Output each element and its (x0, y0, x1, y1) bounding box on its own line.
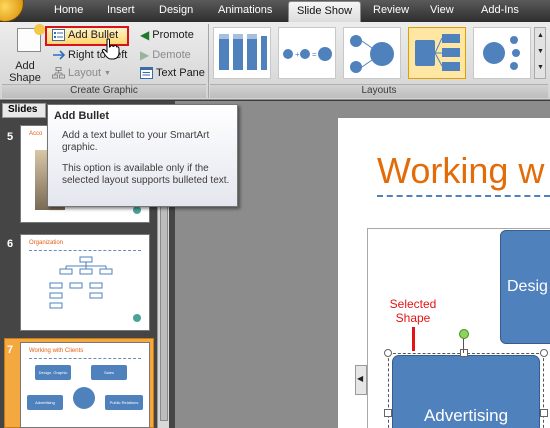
tab-design[interactable]: Design (159, 4, 193, 16)
slide-number: 6 (7, 238, 14, 250)
title-divider (377, 195, 550, 197)
tooltip-note: This option is available only if the sel… (62, 163, 230, 186)
slides-tab[interactable]: Slides (2, 103, 46, 118)
thumb-center-circle (73, 387, 95, 409)
svg-text:=: = (312, 50, 317, 59)
slide-thumbnail-selected[interactable]: Working with Clients Design, Graphic Sal… (20, 342, 150, 428)
slide-thumb-title: Working with Clients (29, 348, 84, 354)
layout-option[interactable] (213, 27, 271, 79)
thumb-shape-label: Design, Graphic (38, 370, 68, 375)
thumb-shape: Design, Graphic (35, 365, 71, 380)
right-to-left-icon (53, 50, 65, 60)
rotation-stem (463, 338, 464, 353)
shape-label: Desig (507, 278, 548, 295)
text-pane-button[interactable]: Text Pane (140, 67, 205, 79)
hand-cursor-icon (101, 38, 120, 60)
thumb-shape: Advertising (27, 395, 63, 410)
resize-handle[interactable] (460, 349, 468, 357)
office-button[interactable] (0, 0, 24, 22)
org-layout-icon (52, 67, 65, 79)
org-chart-thumb (49, 256, 113, 309)
smartart-shape[interactable]: Desig (500, 230, 550, 344)
thumb-shape: Sales (91, 365, 127, 380)
arrow-left-icon: ◀ (140, 28, 150, 42)
arrow-right-icon: ▶ (140, 48, 150, 62)
slide-number: 5 (7, 131, 14, 143)
thumb-shape-label: Advertising (35, 400, 55, 405)
slide-thumb-title: Acco (29, 131, 43, 137)
slide-thumb-divider (29, 358, 141, 359)
chevron-down-icon: ▼ (104, 69, 111, 77)
selection-box (388, 353, 544, 428)
slide-title[interactable]: Working w (377, 150, 544, 192)
chevron-left-icon: ◀ (357, 374, 364, 383)
group-separator (208, 24, 209, 98)
resize-handle[interactable] (384, 349, 392, 357)
layouts-group-label: Layouts (210, 84, 548, 98)
scroll-up-icon: ▲ (537, 32, 544, 39)
scroll-down-icon: ▼ (537, 48, 544, 55)
layout-option[interactable] (473, 27, 531, 79)
rotation-handle[interactable] (459, 329, 469, 339)
gallery-scroll[interactable]: ▲ ▼ ▼ (534, 27, 546, 79)
add-shape-button[interactable]: Add Shape (6, 24, 45, 84)
vertical-bullet-list-layout-icon (219, 34, 267, 70)
promote-button[interactable]: ◀ Promote (140, 28, 194, 42)
add-bullet-tooltip: Add Bullet Add a text bullet to your Sma… (47, 104, 238, 207)
add-shape-label: Add Shape (9, 60, 41, 84)
demote-button[interactable]: ▶ Demote (140, 48, 191, 62)
layout-option[interactable] (343, 27, 401, 79)
tab-home[interactable]: Home (54, 4, 83, 16)
slide-thumbnail[interactable]: Organization (20, 234, 150, 331)
tooltip-title: Add Bullet (54, 110, 109, 122)
radial-layout-icon (350, 35, 394, 73)
layout-option-selected[interactable] (408, 27, 466, 79)
slide-number: 7 (7, 344, 14, 356)
slide-thumb-divider (29, 250, 141, 251)
svg-text:+: + (295, 50, 300, 59)
more-icon: ▼ (537, 64, 544, 71)
hierarchy-layout-icon (415, 34, 460, 71)
bullet-list-icon (52, 29, 65, 41)
slide-thumb-logo (133, 314, 141, 322)
text-pane-icon (140, 67, 153, 79)
tab-review[interactable]: Review (373, 4, 409, 16)
ribbon: Add Shape Add Bullet Right to Left Layou… (0, 22, 550, 100)
tab-slide-show[interactable]: Slide Show (288, 1, 362, 22)
layouts-gallery: + = ▲ ▼ ▼ (213, 27, 546, 83)
resize-handle[interactable] (540, 409, 548, 417)
cycle-layout-icon (483, 36, 520, 70)
layout-label: Layout (68, 67, 102, 79)
layout-option[interactable]: + = (278, 27, 336, 79)
text-pane-toggle[interactable]: ◀ (355, 365, 367, 395)
layout-dropdown[interactable]: Layout ▼ (52, 67, 111, 79)
thumb-shape: Public Relations (105, 395, 143, 410)
resize-handle[interactable] (384, 409, 392, 417)
add-shape-icon (17, 24, 45, 52)
slide-thumb-title: Organization (29, 240, 64, 246)
thumb-shape-label: Public Relations (109, 400, 139, 405)
slide-thumb-logo (133, 206, 141, 214)
tab-add-ins[interactable]: Add-Ins (481, 4, 519, 16)
demote-label: Demote (152, 49, 191, 61)
tab-view[interactable]: View (430, 4, 454, 16)
tab-animations[interactable]: Animations (218, 4, 272, 16)
promote-label: Promote (152, 29, 194, 41)
selected-shape-callout: Selected Shape (389, 297, 437, 325)
resize-handle[interactable] (540, 349, 548, 357)
text-pane-label: Text Pane (156, 67, 205, 79)
callout-pointer (412, 327, 415, 351)
tab-insert[interactable]: Insert (107, 4, 135, 16)
create-graphic-group-label: Create Graphic (2, 84, 206, 98)
tooltip-description: Add a text bullet to your SmartArt graph… (62, 130, 210, 153)
thumb-shape-label: Sales (103, 370, 114, 375)
ribbon-tab-bar: Home Insert Design Animations Slide Show… (0, 0, 550, 22)
equation-layout-icon: + = (283, 47, 332, 61)
